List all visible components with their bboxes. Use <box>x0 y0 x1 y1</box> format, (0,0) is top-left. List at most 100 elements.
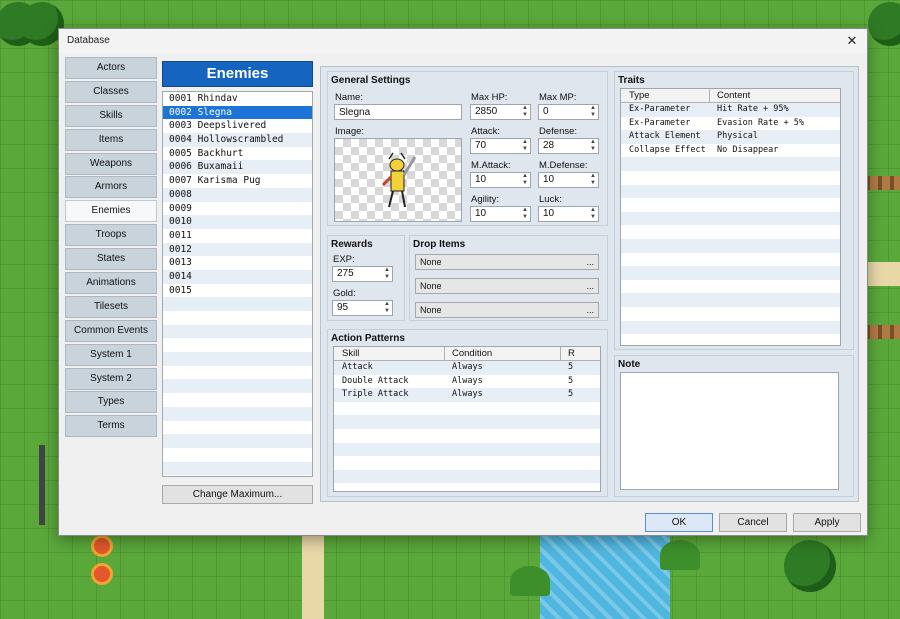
enemy-image[interactable] <box>334 138 462 222</box>
list-item[interactable]: 0008 <box>163 187 312 202</box>
table-row[interactable] <box>621 320 840 335</box>
list-item-empty[interactable] <box>163 311 312 325</box>
list-item-empty[interactable] <box>163 324 312 339</box>
drop-item-2[interactable]: None... <box>415 278 599 294</box>
table-row[interactable] <box>334 442 600 457</box>
list-item[interactable]: 0014 <box>163 269 312 284</box>
list-item-empty[interactable] <box>163 448 312 462</box>
close-icon[interactable]: ✕ <box>843 29 861 53</box>
category-common-events[interactable]: Common Events <box>65 319 157 342</box>
drop-item-3[interactable]: None... <box>415 302 599 318</box>
list-item[interactable]: 0002 Slegna <box>163 105 312 120</box>
category-system-2[interactable]: System 2 <box>65 367 157 390</box>
list-item-empty[interactable] <box>163 338 312 352</box>
table-row[interactable] <box>621 307 840 321</box>
list-item[interactable]: 0010 <box>163 215 312 229</box>
table-row[interactable] <box>621 293 840 307</box>
category-terms[interactable]: Terms <box>65 415 157 438</box>
table-row[interactable] <box>334 483 600 491</box>
spinner-arrows-icon[interactable]: ▲ ▼ <box>590 105 596 119</box>
table-row[interactable] <box>621 225 840 239</box>
column-header-skill[interactable]: Skill <box>342 347 359 360</box>
column-header-type[interactable]: Type <box>629 89 650 102</box>
cancel-button[interactable]: Cancel <box>719 513 787 532</box>
spinner-arrows-icon[interactable]: ▲ ▼ <box>522 105 528 119</box>
table-row[interactable]: Attack Always 5 <box>334 361 600 375</box>
table-row[interactable] <box>621 184 840 199</box>
table-row[interactable]: Triple Attack Always 5 <box>334 388 600 402</box>
column-header-r[interactable]: R <box>568 347 575 360</box>
table-row[interactable]: Ex-Parameter Evasion Rate + 5% <box>621 117 840 131</box>
list-item[interactable]: 0012 <box>163 242 312 257</box>
list-item[interactable]: 0009 <box>163 202 312 216</box>
table-row[interactable] <box>334 456 600 470</box>
category-actors[interactable]: Actors <box>65 57 157 79</box>
spinner-arrows-icon[interactable]: ▲ ▼ <box>590 173 596 187</box>
list-item-empty[interactable] <box>163 352 312 366</box>
list-item[interactable]: 0013 <box>163 256 312 270</box>
list-item-empty[interactable] <box>163 379 312 394</box>
category-skills[interactable]: Skills <box>65 104 157 127</box>
change-maximum-button[interactable]: Change Maximum... <box>162 485 313 504</box>
spinner-arrows-icon[interactable]: ▲ ▼ <box>522 139 528 153</box>
table-row[interactable] <box>621 266 840 280</box>
attack-input[interactable]: 70 ▲ ▼ <box>470 138 531 154</box>
m-defense-input[interactable]: 10 ▲ ▼ <box>538 172 599 188</box>
list-item-empty[interactable] <box>163 421 312 435</box>
table-row[interactable] <box>334 429 600 443</box>
agility-input[interactable]: 10 ▲ ▼ <box>470 206 531 222</box>
max-hp-input[interactable]: 2850 ▲ ▼ <box>470 104 531 120</box>
list-item[interactable]: 0006 Buxamaii <box>163 160 312 175</box>
category-tilesets[interactable]: Tilesets <box>65 295 157 318</box>
list-item-empty[interactable] <box>163 406 312 421</box>
m-attack-input[interactable]: 10 ▲ ▼ <box>470 172 531 188</box>
gold-input[interactable]: 95 ▲ ▼ <box>332 300 393 316</box>
spinner-arrows-icon[interactable]: ▲ ▼ <box>384 301 390 315</box>
list-item-empty[interactable] <box>163 461 312 476</box>
ok-button[interactable]: OK <box>645 513 713 532</box>
max-mp-input[interactable]: 0 ▲ ▼ <box>538 104 599 120</box>
note-textarea[interactable] <box>620 372 839 490</box>
luck-input[interactable]: 10 ▲ ▼ <box>538 206 599 222</box>
traits-table[interactable]: Type Content Ex-Parameter Hit Rate + 95% E… <box>620 88 841 346</box>
category-enemies[interactable]: Enemies <box>65 200 157 223</box>
category-animations[interactable]: Animations <box>65 272 157 295</box>
table-row[interactable] <box>334 415 600 429</box>
list-item[interactable]: 0001 Rhindav <box>163 92 312 106</box>
drop-item-1[interactable]: None... <box>415 254 599 270</box>
table-row[interactable] <box>334 469 600 484</box>
category-types[interactable]: Types <box>65 391 157 414</box>
table-row[interactable]: Attack Element Physical <box>621 130 840 144</box>
exp-input[interactable]: 275 ▲ ▼ <box>332 266 393 282</box>
list-item[interactable]: 0011 <box>163 229 312 243</box>
name-field[interactable]: Slegna <box>334 104 462 120</box>
list-item[interactable]: 0003 Deepslivered <box>163 119 312 133</box>
table-row[interactable] <box>621 198 840 212</box>
table-row[interactable] <box>621 211 840 226</box>
spinner-arrows-icon[interactable]: ▲ ▼ <box>522 173 528 187</box>
table-row[interactable] <box>621 280 840 294</box>
table-row[interactable]: Collapse Effect No Disappear <box>621 144 840 158</box>
enemy-list[interactable]: 0001 Rhindav 0002 Slegna 0003 Deepslivered… <box>162 91 313 477</box>
category-system-1[interactable]: System 1 <box>65 343 157 366</box>
spinner-arrows-icon[interactable]: ▲ ▼ <box>384 267 390 281</box>
category-weapons[interactable]: Weapons <box>65 152 157 175</box>
apply-button[interactable]: Apply <box>793 513 861 532</box>
column-header-content[interactable]: Content <box>717 89 750 102</box>
list-item[interactable]: 0004 Hollowscrambled <box>163 133 312 147</box>
defense-input[interactable]: 28 ▲ ▼ <box>538 138 599 154</box>
table-row[interactable] <box>621 157 840 171</box>
category-armors[interactable]: Armors <box>65 176 157 199</box>
category-classes[interactable]: Classes <box>65 80 157 103</box>
spinner-arrows-icon[interactable]: ▲ ▼ <box>590 207 596 221</box>
list-item[interactable]: 0015 <box>163 284 312 298</box>
list-item-empty[interactable] <box>163 434 312 448</box>
category-troops[interactable]: Troops <box>65 224 157 247</box>
table-row[interactable] <box>334 402 600 416</box>
list-item[interactable]: 0005 Backhurt <box>163 147 312 161</box>
list-item-empty[interactable] <box>163 393 312 407</box>
list-item-empty[interactable] <box>163 297 312 311</box>
spinner-arrows-icon[interactable]: ▲ ▼ <box>522 207 528 221</box>
table-row[interactable] <box>621 171 840 185</box>
spinner-arrows-icon[interactable]: ▲ ▼ <box>590 139 596 153</box>
